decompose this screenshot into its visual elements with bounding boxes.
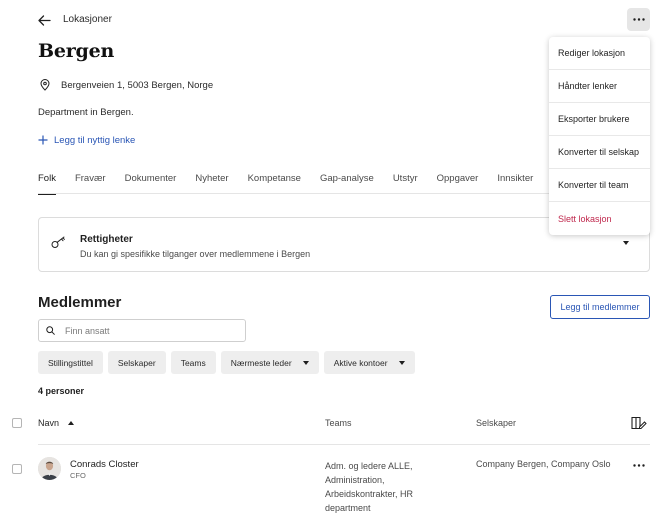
more-options-button[interactable] [627,8,650,31]
address-row: Bergenveien 1, 5003 Bergen, Norge [38,78,213,92]
plus-icon [38,134,48,146]
filter-label: Teams [180,357,206,368]
filter-companies[interactable]: Selskaper [107,351,166,374]
location-description: Department in Bergen. [38,107,134,118]
person-companies: Company Bergen, Company Oslo [476,459,611,469]
person-name[interactable]: Conrads Closter [70,459,139,470]
tab-utstyr[interactable]: Utstyr [393,173,418,195]
filter-job-title[interactable]: Stillingstittel [38,351,103,374]
menu-item-convert-to-company[interactable]: Konverter til selskap [549,136,650,169]
person-teams: Adm. og ledere ALLE, Administration, Arb… [325,461,414,513]
tab-gap-analyse[interactable]: Gap-analyse [320,173,374,195]
add-useful-link-button[interactable]: Legg til nyttig lenke [38,134,135,146]
avatar [38,457,61,480]
tab-oppgaver[interactable]: Oppgaver [437,173,479,195]
tab-kompetanse[interactable]: Kompetanse [248,173,301,195]
menu-item-export-users[interactable]: Eksporter brukere [549,103,650,136]
column-header-teams: Teams [325,418,352,428]
tab-bar: Folk Fravær Dokumenter Nyheter Kompetans… [38,173,552,195]
column-header-companies: Selskaper [476,418,517,428]
more-horizontal-icon [632,18,645,21]
members-title: Medlemmer [38,294,122,311]
filter-label: Selskaper [117,357,156,368]
menu-item-edit-location[interactable]: Rediger lokasjon [549,37,650,70]
page-title: Bergen [38,40,115,62]
filter-label: Stillingstittel [48,357,93,368]
address-text: Bergenveien 1, 5003 Bergen, Norge [61,79,214,91]
back-button[interactable] [34,10,54,30]
columns-edit-button[interactable] [631,416,647,430]
tab-folk[interactable]: Folk [38,173,56,195]
chevron-down-icon [398,360,405,365]
member-count: 4 personer [38,386,85,396]
filter-manager[interactable]: Nærmeste leder [220,351,319,374]
arrow-left-icon [37,14,51,26]
column-header-name[interactable]: Navn [38,418,75,428]
tab-dokumenter[interactable]: Dokumenter [125,173,177,195]
person-role: CFO [70,471,86,480]
location-pin-icon [38,78,52,92]
add-members-button[interactable]: Legg til medlemmer [550,295,650,319]
row-checkbox[interactable] [12,464,22,474]
add-useful-link-label: Legg til nyttig lenke [54,134,136,146]
filter-teams[interactable]: Teams [170,351,216,374]
tab-fravaer[interactable]: Fravær [75,173,106,195]
select-all-checkbox[interactable] [12,418,22,428]
menu-item-convert-to-team[interactable]: Konverter til team [549,169,650,202]
chevron-down-icon [302,360,309,365]
filter-label: Aktive kontoer [333,357,388,368]
tab-innsikter[interactable]: Innsikter [497,173,533,195]
employee-search [38,319,246,342]
columns-edit-icon [631,416,647,430]
sort-ascending-icon [68,421,75,425]
table-header-divider [38,444,650,445]
filter-label: Nærmeste leder [230,357,292,368]
permissions-subtitle: Du kan gi spesifikke tilganger over medl… [80,249,311,259]
more-horizontal-icon [633,463,645,467]
menu-item-manage-links[interactable]: Håndter lenker [549,70,650,103]
search-icon [46,322,55,340]
breadcrumb[interactable]: Lokasjoner [63,14,112,25]
menu-item-delete-location[interactable]: Slett lokasjon [549,202,650,235]
location-options-menu: Rediger lokasjon Håndter lenker Eksporte… [549,37,650,235]
column-header-name-label: Navn [38,418,60,428]
tab-nyheter[interactable]: Nyheter [195,173,228,195]
permissions-title: Rettigheter [80,234,133,245]
filter-active-accounts[interactable]: Aktive kontoer [323,351,415,374]
search-input[interactable] [65,325,235,336]
row-more-options-button[interactable] [631,458,647,472]
key-icon [51,236,66,254]
chevron-down-icon [623,241,629,245]
filter-bar: Stillingstittel Selskaper Teams Nærmeste… [38,351,420,374]
